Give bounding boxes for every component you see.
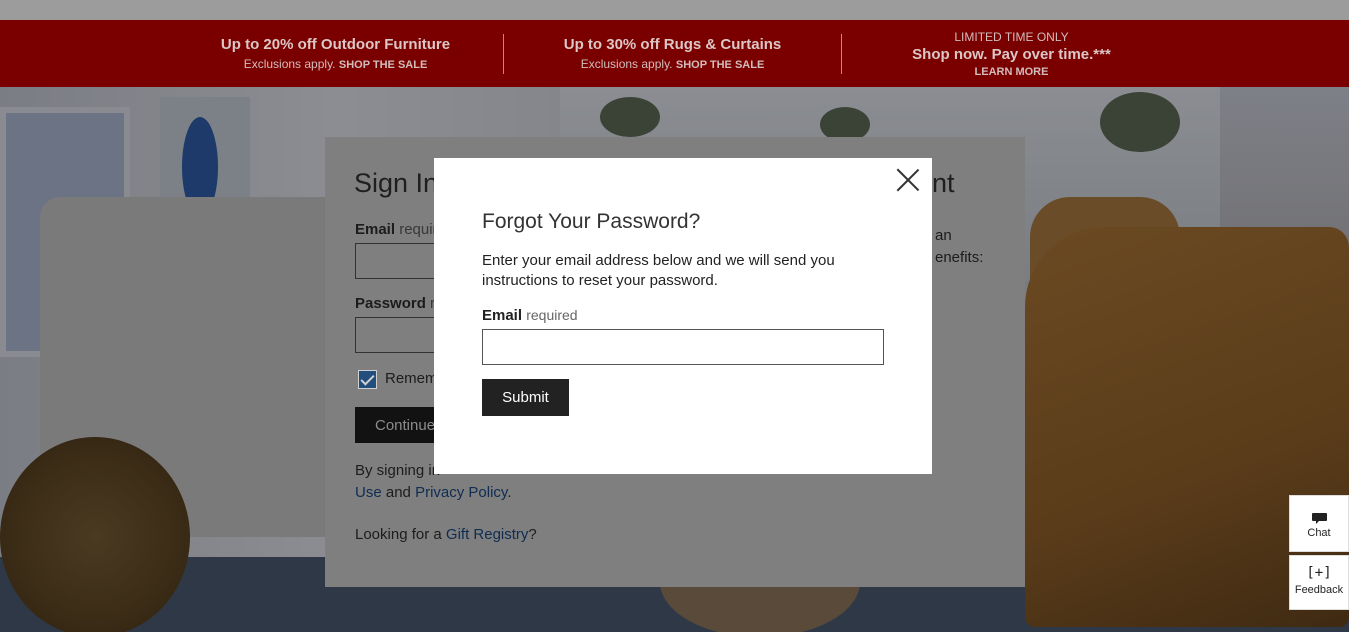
promo-banner: Up to 20% off Outdoor Furniture Exclusio… (0, 20, 1349, 87)
modal-email-label: Email required (482, 307, 578, 324)
remember-me-checkbox[interactable] (358, 370, 377, 389)
email-label: Email require (355, 221, 446, 238)
create-account-title: nt (932, 168, 955, 198)
feedback-widget[interactable]: [+] Feedback (1289, 555, 1349, 610)
feedback-label: Feedback (1294, 584, 1344, 596)
remember-me-label: Remem (385, 370, 438, 387)
sign-in-title: Sign In (354, 168, 439, 198)
promo-title[interactable]: Up to 20% off Outdoor Furniture (168, 36, 503, 53)
gift-registry-link[interactable]: Gift Registry (446, 526, 529, 543)
promo-outdoor-furniture[interactable]: Up to 20% off Outdoor Furniture Exclusio… (168, 20, 503, 87)
chat-bubble-icon (1311, 513, 1327, 524)
promo-rugs-curtains[interactable]: Up to 30% off Rugs & Curtains Exclusions… (504, 20, 841, 87)
promo-title[interactable]: Up to 30% off Rugs & Curtains (504, 36, 841, 53)
modal-description: Enter your email address below and we wi… (482, 252, 835, 289)
legal-links: Use and Privacy Policy. (355, 484, 512, 501)
top-strip (0, 0, 1349, 20)
promo-exclusions: Exclusions apply. (580, 57, 673, 71)
shop-the-sale-link[interactable]: SHOP THE SALE (339, 59, 427, 71)
shop-the-sale-link[interactable]: SHOP THE SALE (676, 59, 764, 71)
chat-label: Chat (1307, 527, 1331, 539)
modal-email-input[interactable] (482, 329, 884, 365)
privacy-policy-link[interactable]: Privacy Policy (415, 484, 507, 501)
promo-limited-time: LIMITED TIME ONLY (954, 29, 1069, 44)
terms-of-use-link[interactable]: Use (355, 484, 382, 501)
promo-subtitle: Exclusions apply. SHOP THE SALE (504, 57, 841, 71)
promo-title[interactable]: Shop now. Pay over time.*** (842, 46, 1181, 63)
modal-title: Forgot Your Password? (482, 210, 701, 233)
promo-exclusions: Exclusions apply. (243, 57, 336, 71)
promo-pay-over-time[interactable]: LIMITED TIME ONLY Shop now. Pay over tim… (842, 20, 1181, 87)
chat-widget[interactable]: Chat (1289, 495, 1349, 552)
submit-button[interactable]: Submit (482, 379, 569, 416)
forgot-password-modal: Forgot Your Password? Enter your email a… (434, 158, 932, 474)
create-account-text: an enefits: (935, 227, 984, 266)
feedback-plus-icon: [+] (1306, 565, 1332, 581)
password-label: Password re (355, 295, 443, 312)
close-icon[interactable] (896, 168, 920, 192)
learn-more-link[interactable]: LEARN MORE (842, 66, 1181, 78)
gift-registry-line: Looking for a Gift Registry? (355, 526, 537, 543)
promo-subtitle: Exclusions apply. SHOP THE SALE (168, 57, 503, 71)
